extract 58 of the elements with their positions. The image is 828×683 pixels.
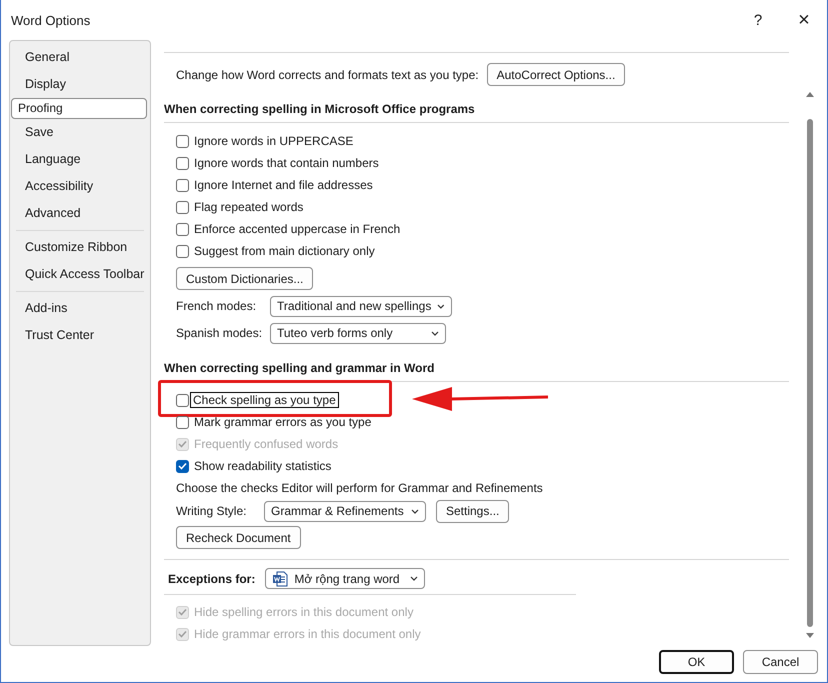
sidebar-item[interactable]: Display <box>11 71 147 98</box>
sidebar-item[interactable]: Accessibility <box>11 173 147 200</box>
checkbox[interactable] <box>176 200 189 214</box>
option-label: Enforce accented uppercase in French <box>194 222 400 236</box>
sidebar-item[interactable]: Add-ins <box>11 295 147 322</box>
help-button[interactable]: ? <box>735 2 781 38</box>
option-label: Flag repeated words <box>194 200 304 214</box>
checkbox[interactable] <box>176 156 189 170</box>
word-document-icon <box>272 570 288 586</box>
sidebar-item[interactable]: Quick Access Toolbar <box>11 261 147 288</box>
section-heading: When correcting spelling in Microsoft Office programs <box>164 101 476 118</box>
sidebar-item[interactable]: Customize Ribbon <box>11 234 147 261</box>
sidebar-item[interactable]: Language <box>11 146 147 173</box>
mode-dropdown[interactable]: Traditional and new spellings <box>270 296 452 316</box>
sidebar-item[interactable]: Proofing <box>11 98 147 119</box>
window-title: Word Options <box>11 12 92 28</box>
option-label: Show readability statistics <box>194 459 332 473</box>
option-label: Hide spelling errors in this document only <box>194 605 414 619</box>
chevron-icon <box>431 330 439 336</box>
autocorrect-options-button[interactable]: AutoCorrect Options... <box>486 63 626 86</box>
option-label: Ignore words that contain numbers <box>194 156 379 170</box>
checkbox[interactable] <box>176 244 189 258</box>
mode-label: Spanish modes: <box>176 326 264 340</box>
option-label: Check spelling as you type <box>191 393 338 407</box>
chevron-icon <box>410 576 418 581</box>
cancel-button[interactable]: Cancel <box>743 650 818 674</box>
checkbox[interactable] <box>176 394 189 406</box>
option-label: Ignore words in UPPERCASE <box>194 134 354 148</box>
option-label: Ignore Internet and file addresses <box>194 178 373 192</box>
checkbox[interactable] <box>176 178 189 192</box>
checkbox[interactable] <box>176 416 189 428</box>
writing-style-dropdown[interactable]: Grammar & Refinements <box>264 500 426 522</box>
option-label: Suggest from main dictionary only <box>194 244 375 258</box>
custom-dictionaries-button[interactable]: Custom Dictionaries... <box>176 267 314 290</box>
mode-label: French modes: <box>176 299 258 313</box>
option-label: Mark grammar errors as you type <box>194 415 372 429</box>
close-button[interactable]: × <box>781 2 827 38</box>
exceptions-label: Exceptions for: <box>168 572 256 586</box>
chevron-icon <box>437 304 445 308</box>
sidebar-item[interactable]: Save <box>11 119 147 146</box>
document-dropdown[interactable]: Mở rộng trang word <box>265 568 426 589</box>
chevron-icon <box>411 508 419 514</box>
sidebar-item[interactable]: Trust Center <box>11 322 147 349</box>
section-heading: When correcting spelling and grammar in Word <box>164 360 436 377</box>
autocorrect-label: Change how Word corrects and formats text as you type: <box>176 68 479 82</box>
option-label: Hide grammar errors in this document only <box>194 627 421 641</box>
settings-button[interactable]: Settings... <box>436 500 510 522</box>
mode-dropdown[interactable]: Tuteo verb forms only <box>270 322 446 344</box>
checkbox[interactable] <box>176 460 189 472</box>
checkbox[interactable] <box>176 134 189 148</box>
option-label: Frequently confused words <box>194 437 338 451</box>
sidebar-item[interactable]: General <box>11 44 147 71</box>
ok-button[interactable]: OK <box>659 650 734 674</box>
sidebar-item[interactable]: Advanced <box>11 200 147 227</box>
checkbox[interactable] <box>176 222 189 236</box>
writing-style-label: Writing Style: <box>176 504 248 518</box>
recheck-document-button[interactable]: Recheck Document <box>176 526 301 549</box>
instruction-text: Choose the checks Editor will perform for Grammar and Refinements <box>176 480 544 497</box>
